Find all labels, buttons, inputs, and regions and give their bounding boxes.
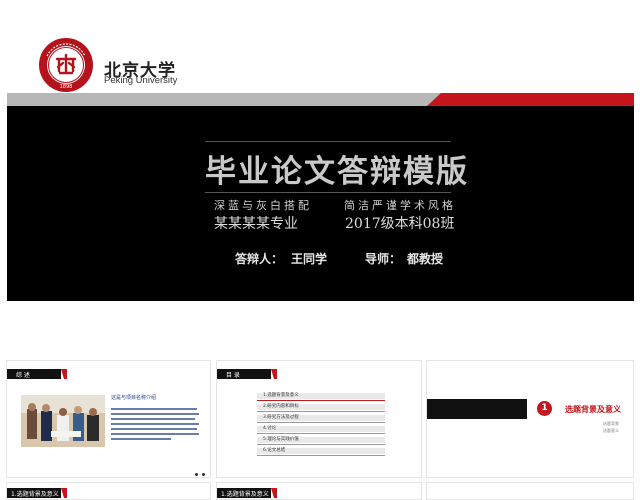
pager-dot	[202, 473, 205, 476]
toc-item: 6.论文总结	[257, 448, 385, 456]
section-sub-item: 选题意义	[603, 428, 619, 433]
text-line	[111, 438, 171, 440]
thumb-header: 目 录	[217, 369, 421, 379]
thumb-header-label: 1.选题背景及意义	[221, 491, 269, 498]
text-line	[111, 413, 199, 415]
main-slide-preview[interactable]: 1898 北京大学 Peking University 毕业论文答辩模版 深蓝与…	[7, 8, 634, 355]
thumbnail-section-slide[interactable]: 1 选题背景及意义 选题背景 选题意义	[426, 360, 634, 478]
text-line	[111, 408, 197, 410]
thumb-header-label: 综 述	[16, 372, 30, 379]
advisor-label: 导师：	[365, 252, 402, 266]
thumbnail-contents-slide[interactable]: 目 录 1.选题背景及意义 2.研究内容和目标 3.研究方法及过程 4.讨论 5…	[216, 360, 422, 478]
slide-title: 毕业论文答辩模版	[205, 154, 469, 190]
text-line	[111, 418, 195, 420]
title-rule-bottom	[205, 192, 451, 193]
thumbnail-slide-4[interactable]: 1.选题背景及意义	[6, 482, 211, 500]
defender-label: 答辩人：	[235, 252, 284, 266]
subtitle-right: 简洁严谨学术风格	[344, 199, 456, 212]
thumb-header: 1.选题背景及意义	[7, 488, 210, 498]
toc-item: 5.理论与实践价值	[257, 437, 385, 445]
toc-item: 2.研究内容和目标	[257, 404, 385, 412]
class-label: 2017级本科08班	[345, 216, 455, 232]
thumbnail-overview-slide[interactable]: 综 述 这是与项目名称介绍	[6, 360, 211, 478]
thumbnail-slide-5[interactable]: 1.选题背景及意义	[216, 482, 422, 500]
thumb-header-label: 1.选题背景及意义	[11, 491, 59, 498]
toc-item: 1.选题背景及意义	[257, 393, 385, 401]
peking-university-seal-logo: 1898	[39, 38, 93, 92]
advisor-name: 都教授	[407, 252, 444, 266]
section-number-badge: 1	[537, 401, 552, 416]
thumb-header-label: 目 录	[226, 372, 240, 379]
pager-dot	[195, 473, 198, 476]
thumb-header: 1.选题背景及意义	[217, 488, 421, 498]
logo-english-name: Peking University	[104, 75, 178, 86]
text-line	[111, 423, 199, 425]
section-sub-item: 选题背景	[603, 421, 619, 426]
thumbnail-slide-6[interactable]	[426, 482, 634, 500]
white-bottom-band	[7, 301, 634, 355]
subtitle-left: 深蓝与灰白搭配	[214, 199, 312, 212]
gray-accent-band	[7, 93, 443, 106]
seal-year: 1898	[60, 84, 73, 90]
black-title-band	[7, 106, 634, 301]
thumb-heading: 这是与项目名称介绍	[111, 395, 157, 401]
title-rule-top	[205, 141, 451, 142]
toc-item: 3.研究方法及过程	[257, 415, 385, 423]
section-black-bar	[427, 399, 527, 419]
thumb-header: 综 述	[7, 369, 210, 379]
team-photo-image	[21, 395, 105, 447]
section-title: 选题背景及意义	[565, 405, 621, 414]
major-label: 某某某某专业	[214, 216, 298, 232]
text-line	[111, 433, 199, 435]
text-line	[111, 428, 197, 430]
toc-item: 4.讨论	[257, 426, 385, 434]
defender-name: 王同学	[291, 252, 328, 266]
